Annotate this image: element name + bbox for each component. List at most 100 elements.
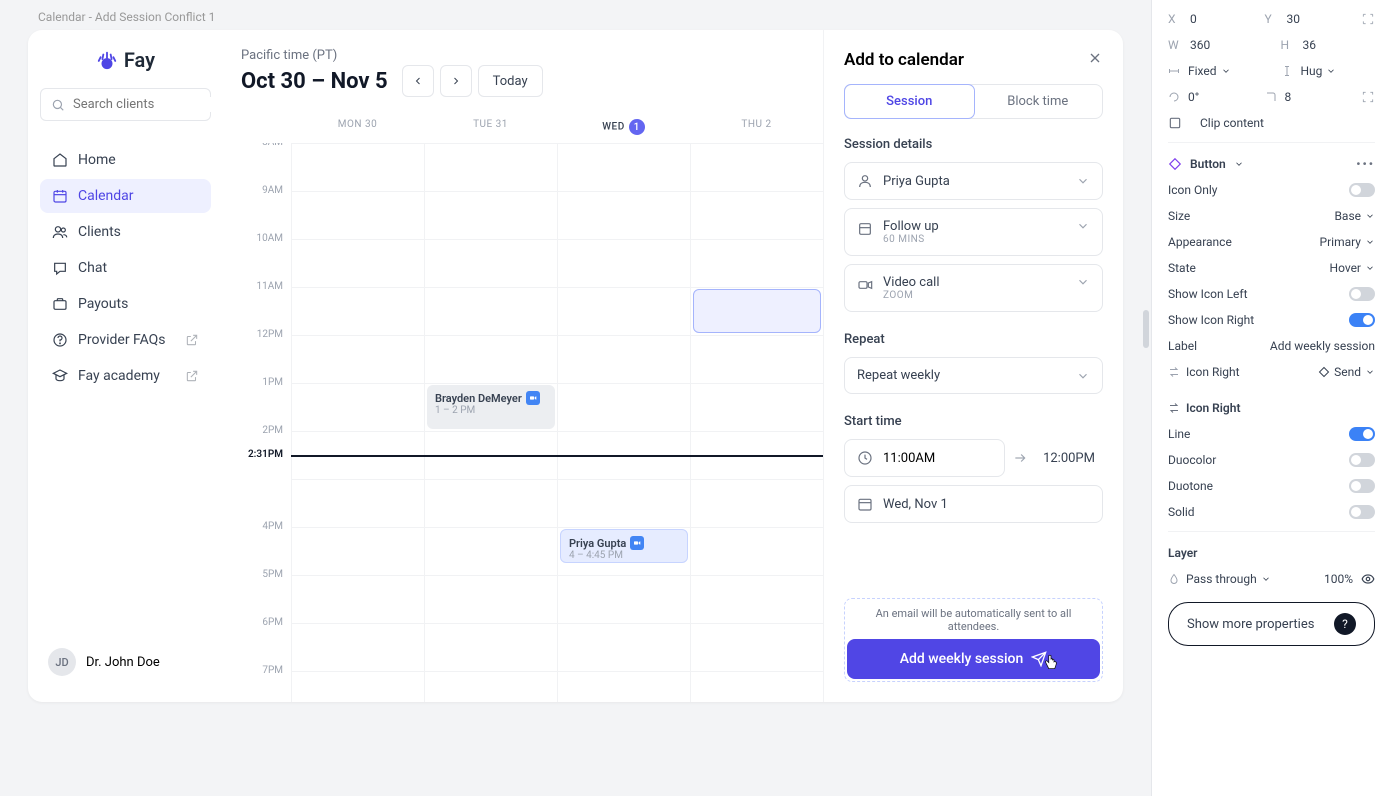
close-button[interactable] [1087, 50, 1103, 70]
search-input[interactable] [40, 88, 211, 121]
toggle-line[interactable] [1349, 427, 1375, 441]
toggle-show-left[interactable] [1349, 287, 1375, 301]
nav-home[interactable]: Home [40, 143, 211, 177]
payouts-icon [52, 296, 68, 312]
component-icon [1168, 157, 1182, 171]
component-name[interactable]: Button [1190, 157, 1226, 171]
chevron-down-icon [1221, 66, 1231, 76]
col-mon[interactable] [291, 143, 424, 702]
help-icon [52, 332, 68, 348]
opacity-value[interactable]: 100% [1324, 572, 1353, 586]
insp-h[interactable]: 36 [1303, 38, 1317, 52]
date-range: Oct 30 – Nov 5 [241, 69, 388, 94]
client-value: Priya Gupta [883, 174, 950, 189]
zoom-icon [526, 391, 540, 405]
align-icon[interactable] [1361, 12, 1375, 26]
insp-radius[interactable]: 8 [1285, 90, 1292, 104]
insp-w[interactable]: 360 [1190, 38, 1210, 52]
chat-icon [52, 260, 68, 276]
nav-calendar[interactable]: Calendar [40, 179, 211, 213]
nav-clients[interactable]: Clients [40, 215, 211, 249]
today-badge: 1 [629, 119, 645, 135]
toggle-show-right[interactable] [1349, 313, 1375, 327]
prop-state[interactable]: Hover [1330, 261, 1375, 275]
chevron-down-icon [1076, 369, 1090, 383]
clients-icon [52, 224, 68, 240]
external-icon [185, 333, 199, 347]
insp-sizing-h[interactable]: Hug [1301, 64, 1337, 78]
radius-icon [1265, 91, 1277, 103]
nav-payouts[interactable]: Payouts [40, 287, 211, 321]
repeat-select[interactable]: Repeat weekly [844, 357, 1103, 394]
col-thu[interactable] [690, 143, 823, 702]
chevron-down-icon [1261, 574, 1271, 584]
nav-academy[interactable]: Fay academy [40, 359, 211, 393]
today-button[interactable]: Today [478, 65, 543, 97]
show-more-label: Show more properties [1187, 617, 1314, 632]
insp-rotation[interactable]: 0° [1188, 90, 1199, 104]
blend-mode[interactable]: Pass through [1186, 572, 1271, 586]
clock-icon [857, 450, 873, 466]
toggle-solid[interactable] [1349, 505, 1375, 519]
add-weekly-session-button[interactable]: Add weekly session [847, 639, 1100, 679]
start-time-input[interactable]: 11:00AM [844, 439, 1005, 477]
checkbox-icon[interactable] [1168, 116, 1182, 130]
location-select[interactable]: Video callZOOM [844, 264, 1103, 312]
event-title: Brayden DeMeyer [435, 392, 522, 405]
cursor-icon [1042, 654, 1060, 672]
nav-faqs[interactable]: Provider FAQs [40, 323, 211, 357]
h-sizing-icon [1168, 65, 1180, 77]
insp-sizing-w[interactable]: Fixed [1188, 64, 1231, 78]
eye-icon[interactable] [1361, 572, 1375, 586]
tab-block-time[interactable]: Block time [974, 85, 1103, 118]
canvas-scrollbar[interactable] [1143, 310, 1149, 348]
section-label: Start time [844, 414, 1103, 429]
toggle-duocolor[interactable] [1349, 453, 1375, 467]
event-priya[interactable]: Priya Gupta 4 – 4:45 PM [560, 529, 688, 563]
rotation-icon [1168, 91, 1180, 103]
date-input[interactable]: Wed, Nov 1 [844, 485, 1103, 523]
calendar-grid[interactable]: 8AM 9AM 10AM 11AM 12PM 1PM 2PM 4PM 5PM 6… [241, 143, 823, 702]
event-brayden[interactable]: Brayden DeMeyer 1 – 2 PM [427, 385, 555, 429]
toggle-duotone[interactable] [1349, 479, 1375, 493]
prop-appearance[interactable]: Primary [1320, 235, 1375, 249]
prop-label: Icon Right [1186, 365, 1240, 379]
nav-chat[interactable]: Chat [40, 251, 211, 285]
type-value: Follow up [883, 219, 939, 234]
toggle-icon-only[interactable] [1349, 183, 1375, 197]
event-selected-slot[interactable] [693, 289, 821, 333]
calendar-header: Pacific time (PT) Oct 30 – Nov 5 Today [241, 48, 823, 97]
prop-label-value[interactable]: Add weekly session [1270, 339, 1375, 353]
home-icon [52, 152, 68, 168]
client-select[interactable]: Priya Gupta [844, 162, 1103, 200]
user-profile[interactable]: JD Dr. John Doe [40, 640, 211, 684]
search-field[interactable] [73, 97, 239, 112]
nav-label: Clients [78, 224, 121, 240]
type-sublabel: 60 MINS [883, 234, 939, 245]
hour-label: 11AM [241, 281, 291, 329]
insp-x[interactable]: 0 [1190, 12, 1197, 26]
nav-label: Calendar [78, 188, 134, 204]
prop-size[interactable]: Base [1334, 209, 1375, 223]
corners-icon[interactable] [1361, 90, 1375, 104]
prop-label: Solid [1168, 505, 1195, 519]
session-type-select[interactable]: Follow up60 MINS [844, 208, 1103, 256]
now-time-label: 2:31PM [241, 449, 291, 460]
help-badge[interactable]: ? [1334, 613, 1356, 635]
show-more-properties[interactable]: Show more properties ? [1168, 602, 1375, 646]
insp-y[interactable]: 30 [1287, 12, 1301, 26]
hour-label: 5PM [241, 569, 291, 617]
hour-label: 9AM [241, 185, 291, 233]
repeat-value: Repeat weekly [857, 368, 940, 383]
prop-label: Duocolor [1168, 453, 1216, 467]
clip-content-label[interactable]: Clip content [1200, 116, 1264, 130]
day-tue: TUE 31 [424, 111, 557, 143]
prop-icon-right[interactable]: Send [1318, 365, 1375, 379]
more-icon[interactable]: ••• [1356, 157, 1375, 171]
col-tue[interactable]: Brayden DeMeyer 1 – 2 PM [424, 143, 557, 702]
prev-week-button[interactable] [402, 65, 434, 97]
col-wed[interactable]: Priya Gupta 4 – 4:45 PM [557, 143, 690, 702]
user-icon [857, 173, 873, 189]
next-week-button[interactable] [440, 65, 472, 97]
tab-session[interactable]: Session [844, 84, 975, 119]
